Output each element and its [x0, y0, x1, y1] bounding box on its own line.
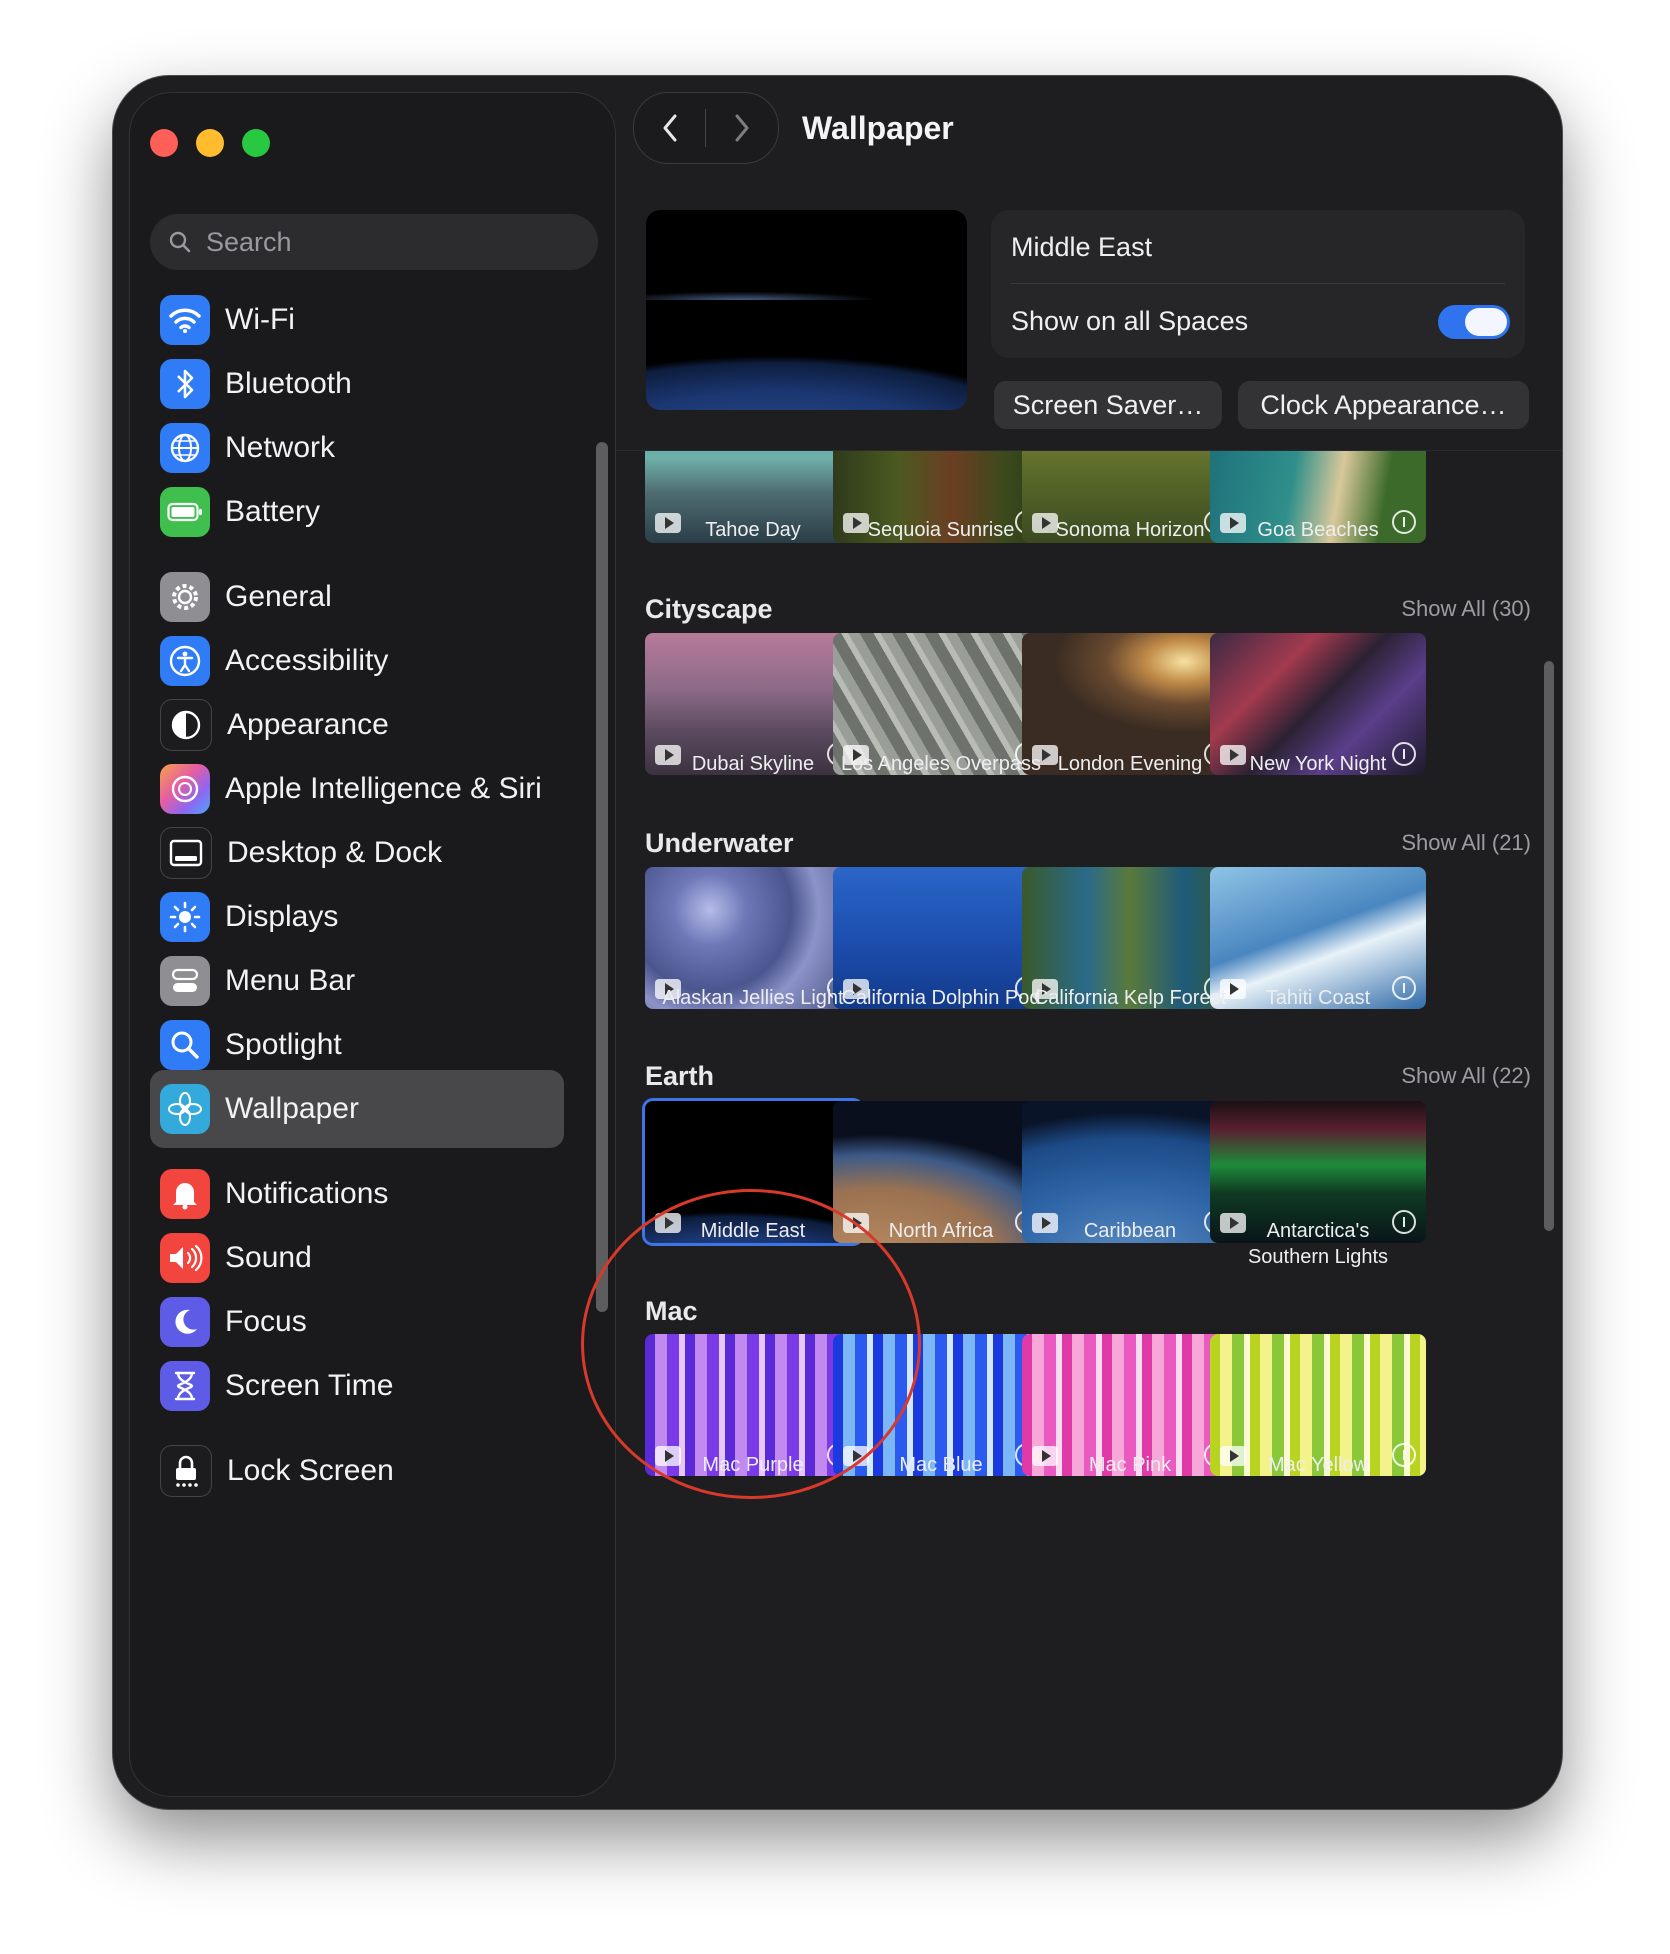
sidebar-item-screen-time[interactable]: Screen Time	[150, 1347, 564, 1425]
search-placeholder: Search	[206, 226, 292, 257]
sidebar-item-label: Wallpaper	[225, 1092, 359, 1125]
chevron-left-icon	[663, 114, 676, 142]
appearance-icon	[160, 699, 212, 751]
section-title-underwater: Underwater	[645, 828, 794, 858]
annotation-circle	[581, 1189, 921, 1499]
wallpaper-flower-icon	[160, 1084, 210, 1134]
network-globe-icon	[160, 423, 210, 473]
sidebar-item-label: Screen Time	[225, 1369, 394, 1402]
section-title-earth: Earth	[645, 1061, 715, 1091]
show-all-spaces-toggle[interactable]	[1438, 305, 1510, 339]
sidebar-item-label: Lock Screen	[227, 1454, 394, 1487]
siri-icon	[160, 764, 210, 814]
wallpaper-label: Mac Yellow	[1267, 1454, 1369, 1476]
sidebar-item-label: Displays	[225, 900, 339, 933]
sidebar-item-label: Accessibility	[225, 644, 389, 677]
wallpaper-label: Tahiti Coast	[1265, 987, 1371, 1009]
sidebar-item-wallpaper[interactable]: Wallpaper	[150, 1070, 564, 1148]
sidebar-item-label: Menu Bar	[225, 964, 356, 997]
menu-bar-icon	[160, 956, 210, 1006]
search-icon	[169, 231, 191, 253]
main-pane: Wallpaper Middle East Show on all Spaces…	[614, 76, 1562, 1809]
screen-saver-button[interactable]: Screen Saver…	[994, 381, 1222, 429]
bluetooth-icon	[160, 359, 210, 409]
chevron-right-icon	[735, 114, 748, 142]
moon-icon	[160, 1297, 210, 1347]
show-all-underwater[interactable]: Show All (21)	[1401, 830, 1531, 856]
dock-icon	[160, 827, 212, 879]
forward-button[interactable]	[706, 93, 777, 163]
wallpaper-gallery: Tahoe Day Sequoia Sunrise Sonoma Horizon…	[614, 451, 1562, 1809]
sidebar-item-label: General	[225, 580, 332, 613]
sidebar-item-label: Appearance	[227, 708, 389, 741]
section-title-cityscape: Cityscape	[645, 594, 773, 624]
brightness-icon	[160, 892, 210, 942]
lock-icon	[160, 1445, 212, 1497]
sidebar-item-label: Sound	[225, 1241, 312, 1274]
magnifier-icon	[160, 1020, 210, 1070]
bell-icon	[160, 1169, 210, 1219]
sidebar-item-label: Network	[225, 431, 336, 464]
sidebar-item-label: Notifications	[225, 1177, 389, 1210]
sidebar-scrollbar[interactable]	[596, 442, 608, 1312]
back-button[interactable]	[634, 93, 705, 163]
navigation-controls	[633, 92, 779, 164]
current-wallpaper-preview	[646, 210, 967, 410]
search-input[interactable]: Search	[150, 214, 598, 270]
sidebar-item-label: Wi-Fi	[225, 303, 295, 336]
sidebar-item-battery[interactable]: Battery	[150, 473, 564, 551]
clock-appearance-button[interactable]: Clock Appearance…	[1238, 381, 1529, 429]
wallpaper-label: New York Night	[1249, 753, 1387, 775]
sidebar: Search Wi-Fi Bluetooth Network Battery G…	[129, 92, 616, 1797]
wifi-icon	[160, 295, 210, 345]
page-title: Wallpaper	[802, 110, 954, 146]
show-all-spaces-label: Show on all Spaces	[1011, 306, 1249, 336]
zoom-window-button[interactable]	[242, 129, 270, 157]
wallpaper-label: Antarctica's Southern Lights	[1247, 1220, 1389, 1268]
show-all-earth[interactable]: Show All (22)	[1401, 1063, 1531, 1089]
sidebar-item-label: Focus	[225, 1305, 307, 1338]
sidebar-item-lock-screen[interactable]: Lock Screen	[150, 1432, 564, 1510]
battery-icon	[160, 487, 210, 537]
wallpaper-label: Goa Beaches	[1257, 519, 1379, 541]
sidebar-item-label: Desktop & Dock	[227, 836, 443, 869]
sidebar-item-label: Bluetooth	[225, 367, 352, 400]
gallery-scrollbar[interactable]	[1544, 661, 1554, 1231]
accessibility-icon	[160, 636, 210, 686]
speaker-icon	[160, 1233, 210, 1283]
divider	[1011, 283, 1505, 284]
sidebar-item-label: Spotlight	[225, 1028, 342, 1061]
sidebar-item-label: Battery	[225, 495, 321, 528]
gear-icon	[160, 572, 210, 622]
minimize-window-button[interactable]	[196, 129, 224, 157]
show-all-cityscape[interactable]: Show All (30)	[1401, 596, 1531, 622]
settings-window: Search Wi-Fi Bluetooth Network Battery G…	[113, 76, 1562, 1809]
current-wallpaper-name: Middle East	[1011, 232, 1153, 262]
close-window-button[interactable]	[150, 129, 178, 157]
hourglass-icon	[160, 1361, 210, 1411]
wallpaper-info-panel: Middle East Show on all Spaces	[991, 210, 1525, 358]
sidebar-item-label: Apple Intelligence & Siri	[225, 772, 542, 805]
